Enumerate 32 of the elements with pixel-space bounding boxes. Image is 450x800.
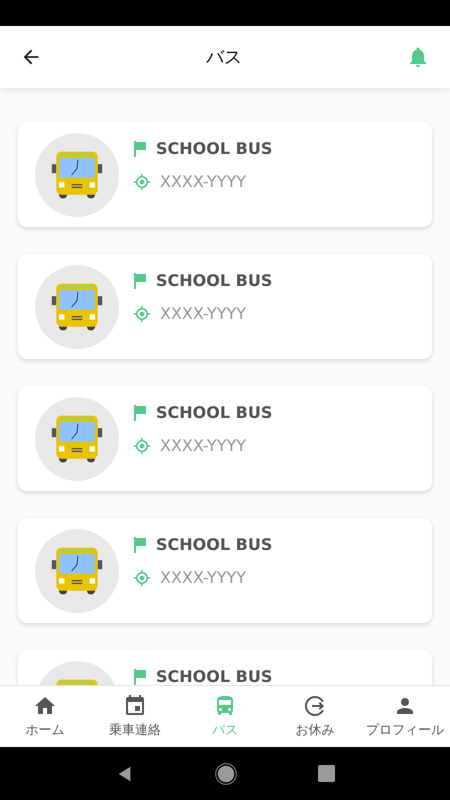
bus-card[interactable]: SCHOOL BUS XXXX-YYYY xyxy=(18,518,432,623)
location-target-icon xyxy=(133,304,151,322)
bus-card[interactable]: SCHOOL BUS XXXX-YYYY xyxy=(18,254,432,359)
flag-icon xyxy=(133,668,147,684)
bus-card[interactable]: SCHOOL BUS XXXX-YYYY xyxy=(18,386,432,491)
flag-icon xyxy=(133,272,147,288)
location-target-icon xyxy=(133,568,151,586)
nav-tab[interactable]: プロフィール xyxy=(360,686,450,747)
home-circle-icon[interactable] xyxy=(214,762,236,784)
screen-title: バス xyxy=(206,46,242,69)
bus-name: SCHOOL BUS xyxy=(156,403,272,422)
nav-tab[interactable]: お休み xyxy=(270,686,360,747)
nav-tab[interactable]: 乗車連絡 xyxy=(90,686,180,747)
bus-code: XXXX-YYYY xyxy=(160,436,246,455)
bus-name: SCHOOL BUS xyxy=(156,535,272,554)
bus-code: XXXX-YYYY xyxy=(160,304,246,323)
location-target-icon xyxy=(133,436,151,454)
location-target-icon xyxy=(133,172,151,190)
flag-icon xyxy=(133,404,147,420)
flag-icon xyxy=(133,140,147,156)
calendar-icon xyxy=(123,694,147,718)
bus-name: SCHOOL BUS xyxy=(156,667,272,685)
square-icon[interactable] xyxy=(318,765,334,782)
bus-code: XXXX-YYYY xyxy=(160,172,246,191)
exit-icon xyxy=(303,694,327,718)
bus-code: XXXX-YYYY xyxy=(160,568,246,587)
bus-card[interactable]: SCHOOL BUS xyxy=(18,650,432,685)
flag-icon xyxy=(133,536,147,552)
bus-card[interactable]: SCHOOL BUS XXXX-YYYY xyxy=(18,122,432,227)
bus-name: SCHOOL BUS xyxy=(156,139,272,158)
nav-tab[interactable]: ホーム xyxy=(0,686,90,747)
bus-name: SCHOOL BUS xyxy=(156,271,272,290)
